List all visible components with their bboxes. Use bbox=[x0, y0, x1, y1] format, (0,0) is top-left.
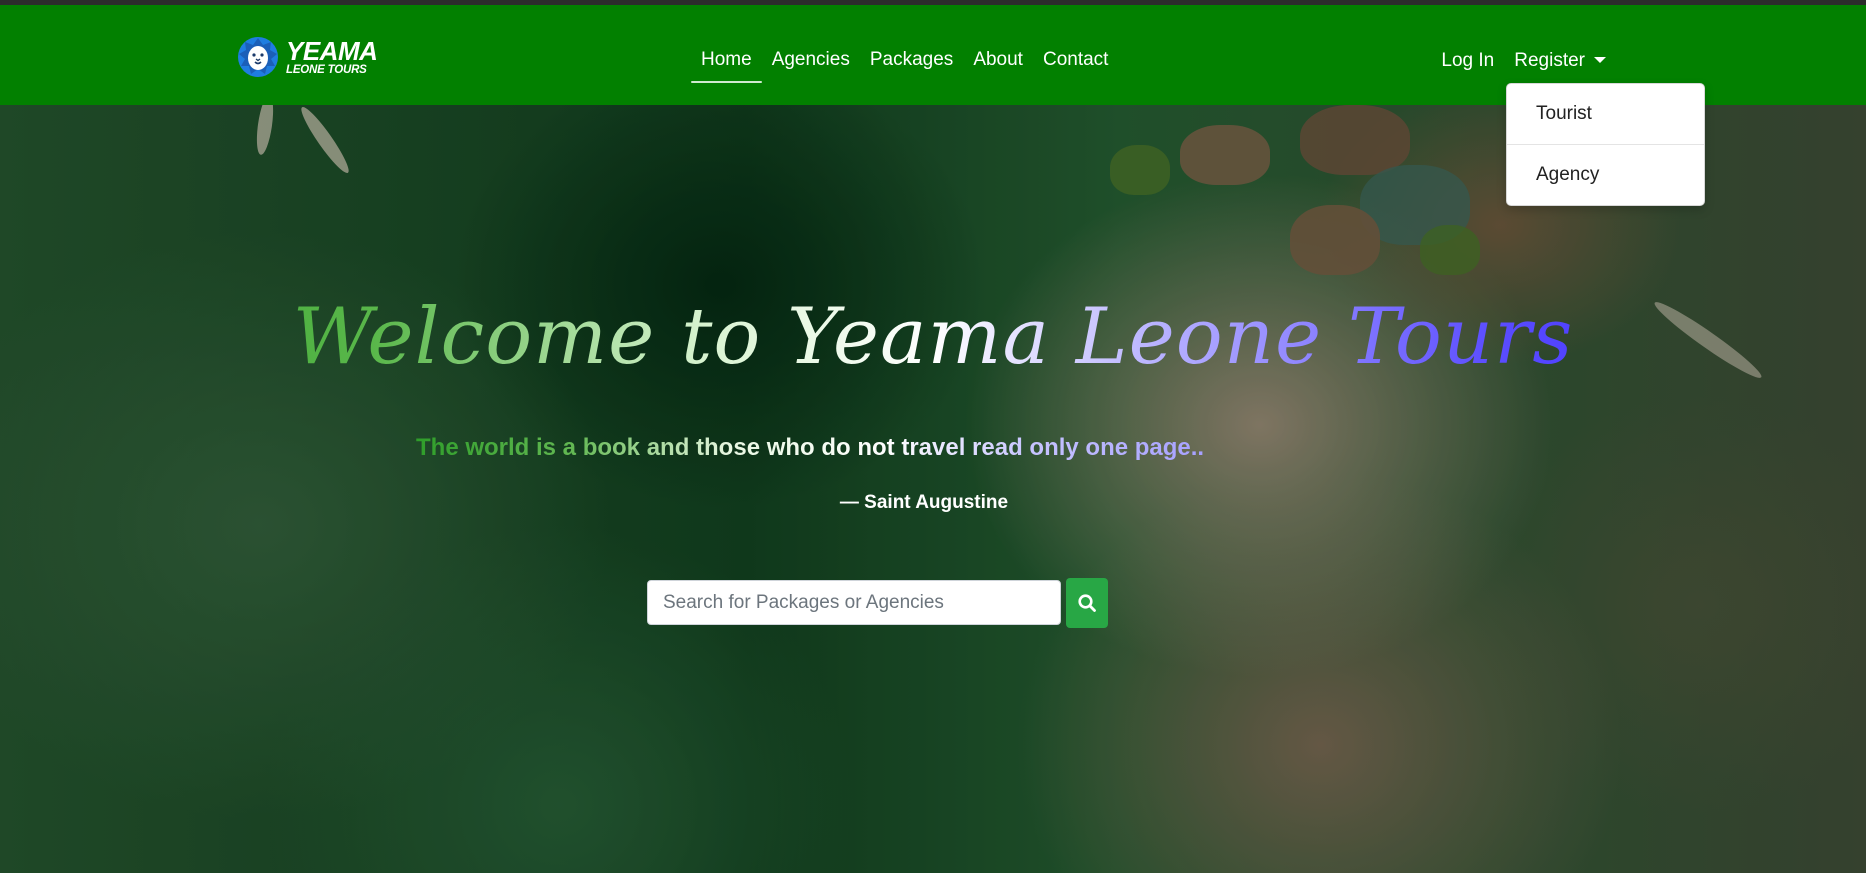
search-button[interactable] bbox=[1066, 577, 1108, 628]
nav-home[interactable]: Home bbox=[691, 35, 762, 85]
auth-nav: Log In Register bbox=[1431, 33, 1616, 89]
lion-head-logo-icon bbox=[238, 37, 278, 77]
search-input[interactable] bbox=[647, 580, 1061, 625]
hero-overlay bbox=[0, 105, 1866, 873]
main-nav: Home Agencies Packages About Contact bbox=[691, 32, 1118, 88]
login-link[interactable]: Log In bbox=[1431, 36, 1504, 86]
hero-section bbox=[0, 105, 1866, 873]
brand-text: YEAMA LEONE TOURS bbox=[286, 35, 378, 77]
nav-packages[interactable]: Packages bbox=[860, 35, 963, 85]
quote-author: — Saint Augustine bbox=[839, 492, 1009, 513]
register-dropdown-menu: Tourist Agency bbox=[1506, 83, 1705, 206]
nav-contact[interactable]: Contact bbox=[1033, 35, 1118, 85]
nav-agencies[interactable]: Agencies bbox=[762, 35, 860, 85]
search-icon bbox=[1078, 593, 1096, 612]
hero-title: Welcome to Yeama Leone Tours bbox=[0, 292, 1866, 382]
nav-about[interactable]: About bbox=[963, 35, 1033, 85]
register-tourist-option[interactable]: Tourist bbox=[1507, 84, 1704, 144]
register-dropdown-toggle[interactable]: Register bbox=[1504, 36, 1616, 86]
brand-name: YEAMA bbox=[286, 35, 378, 66]
hero-tagline: The world is a book and those who do not… bbox=[416, 434, 1205, 461]
brand-subtitle: LEONE TOURS bbox=[286, 63, 367, 76]
search-bar bbox=[647, 577, 1108, 628]
caret-down-icon bbox=[1594, 57, 1606, 63]
register-agency-option[interactable]: Agency bbox=[1507, 145, 1704, 205]
brand-logo-link[interactable]: YEAMA LEONE TOURS bbox=[236, 33, 378, 81]
register-label: Register bbox=[1514, 50, 1585, 71]
